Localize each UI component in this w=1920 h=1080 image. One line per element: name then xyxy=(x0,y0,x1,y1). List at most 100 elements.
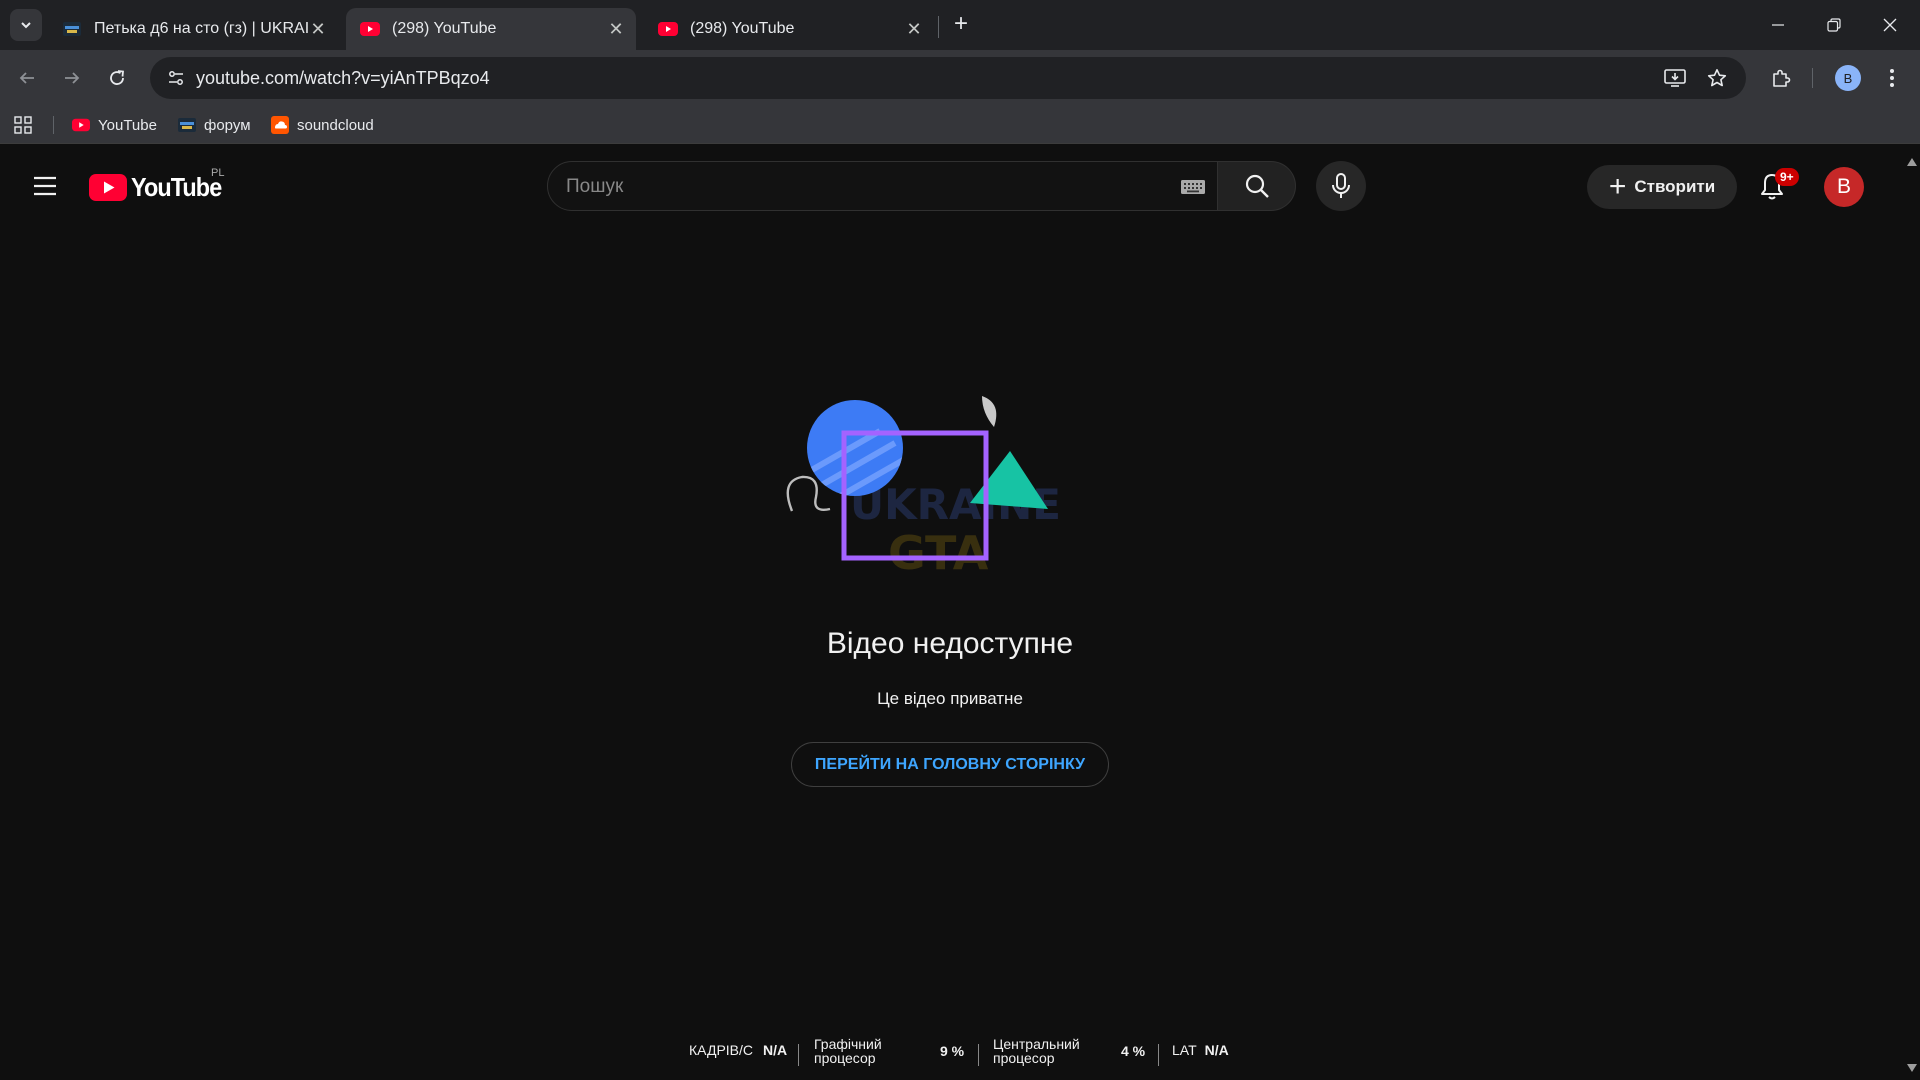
gpu-label: Графічний процесор xyxy=(814,1037,940,1065)
guide-menu-button[interactable] xyxy=(28,169,62,203)
close-icon[interactable]: ✕ xyxy=(606,19,626,39)
close-icon[interactable]: ✕ xyxy=(904,19,924,39)
error-subtitle: Це відео приватне xyxy=(877,689,1023,708)
create-button[interactable]: + Створити xyxy=(1587,165,1737,209)
kebab-menu-icon xyxy=(1890,69,1894,87)
minimize-button[interactable] xyxy=(1750,0,1806,50)
restore-icon xyxy=(1827,18,1841,32)
back-button[interactable] xyxy=(10,61,44,95)
url-text[interactable]: youtube.com/watch?v=yiAnTPBqzo4 xyxy=(196,68,490,89)
forward-button[interactable] xyxy=(55,61,89,95)
search-button[interactable] xyxy=(1218,161,1296,211)
tab-youtube[interactable]: (298) YouTube ✕ xyxy=(644,8,934,50)
plus-icon: + xyxy=(1608,170,1627,203)
browser-toolbar: youtube.com/watch?v=yiAnTPBqzo4 B xyxy=(0,50,1920,106)
microphone-icon xyxy=(1332,173,1350,198)
scroll-up-icon[interactable] xyxy=(1907,158,1917,166)
cpu-value: 4 % xyxy=(1121,1043,1146,1059)
arrow-right-icon xyxy=(65,72,80,84)
cpu-label: Центральний процесор xyxy=(993,1037,1121,1065)
close-window-button[interactable] xyxy=(1862,0,1918,50)
hamburger-icon xyxy=(34,176,56,196)
install-icon xyxy=(1664,69,1686,87)
bookmark-label: YouTube xyxy=(98,116,157,134)
tab-title: Петька д6 на сто (гз) | UKRAINE xyxy=(94,20,308,37)
star-icon xyxy=(1707,69,1727,87)
reload-button[interactable] xyxy=(100,61,134,95)
gpu-label-line2: процесор xyxy=(814,1050,876,1066)
minimize-icon xyxy=(1772,24,1784,26)
close-icon xyxy=(1883,18,1897,32)
toolbar-divider xyxy=(1812,68,1813,88)
latency-stat: LAT N/A xyxy=(1172,1035,1229,1065)
fps-label: КАДРІВ/С xyxy=(689,1042,754,1058)
cpu-label-line2: процесор xyxy=(993,1050,1055,1066)
forum-icon xyxy=(62,19,82,39)
youtube-icon xyxy=(360,19,380,39)
profile-avatar[interactable]: B xyxy=(1835,65,1861,91)
youtube-logo[interactable]: YouTube xyxy=(89,172,231,203)
browser-menu-button[interactable] xyxy=(1878,64,1906,92)
install-app-button[interactable] xyxy=(1663,66,1687,90)
bookmark-soundcloud[interactable]: soundcloud xyxy=(271,114,374,136)
lat-value: N/A xyxy=(1204,1042,1229,1058)
scroll-down-icon[interactable] xyxy=(1907,1064,1917,1072)
tab-separator xyxy=(938,16,939,38)
lat-label: LAT xyxy=(1172,1042,1197,1058)
reload-icon xyxy=(110,70,124,85)
tab-title: (298) YouTube xyxy=(392,20,497,37)
extensions-button[interactable] xyxy=(1767,64,1795,92)
bookmark-label: soundcloud xyxy=(297,116,374,134)
browser-tabstrip: Петька д6 на сто (гз) | UKRAINE ✕ (298) … xyxy=(0,0,1920,50)
svg-text:GTA: GTA xyxy=(888,526,989,580)
youtube-page: YouTube PL Пошук + Створити 9+ B UKRAINE… xyxy=(0,151,1920,1080)
bookmark-label: форум xyxy=(204,116,251,134)
search-icon xyxy=(1245,174,1269,198)
chevron-down-icon xyxy=(21,22,31,29)
stat-divider xyxy=(1158,1044,1159,1066)
youtube-icon xyxy=(89,174,127,201)
tab-title: (298) YouTube xyxy=(690,20,795,37)
apps-button[interactable] xyxy=(14,114,32,136)
bookmarks-bar: YouTube форум soundcloud xyxy=(0,106,1920,144)
bookmark-forum[interactable]: форум xyxy=(178,114,251,136)
tab-search-button[interactable] xyxy=(10,9,42,41)
account-avatar[interactable]: B xyxy=(1824,167,1864,207)
voice-search-button[interactable] xyxy=(1316,161,1366,211)
tab-youtube-active[interactable]: (298) YouTube ✕ xyxy=(346,8,636,50)
youtube-icon xyxy=(658,19,678,39)
bookmark-divider xyxy=(53,116,54,134)
fps-stat: КАДРІВ/С N/A xyxy=(689,1035,787,1065)
keyboard-icon[interactable] xyxy=(1181,180,1205,194)
go-home-button[interactable]: ПЕРЕЙТИ НА ГОЛОВНУ СТОРІНКУ xyxy=(791,742,1109,787)
bookmark-star-button[interactable] xyxy=(1705,66,1729,90)
video-unavailable-illustration: UKRAINE GTA xyxy=(786,396,1061,580)
new-tab-button[interactable]: + xyxy=(948,12,974,38)
create-label: Створити xyxy=(1634,177,1716,196)
site-info-button[interactable] xyxy=(160,62,192,94)
bookmark-youtube[interactable]: YouTube xyxy=(72,114,157,136)
tab-forum[interactable]: Петька д6 на сто (гз) | UKRAINE ✕ xyxy=(48,8,338,50)
region-code: PL xyxy=(211,167,225,179)
arrow-left-icon xyxy=(19,72,34,84)
restore-button[interactable] xyxy=(1806,0,1862,50)
soundcloud-icon xyxy=(271,116,289,134)
forum-icon xyxy=(178,116,196,134)
address-bar[interactable]: youtube.com/watch?v=yiAnTPBqzo4 xyxy=(150,57,1746,99)
youtube-icon xyxy=(72,116,90,134)
search-input[interactable]: Пошук xyxy=(566,176,623,198)
gpu-stat: Графічний процесор 9 % xyxy=(814,1036,964,1066)
fps-value: N/A xyxy=(763,1042,788,1058)
search-box[interactable]: Пошук xyxy=(547,161,1218,211)
stat-divider xyxy=(798,1044,799,1066)
error-title: Відео недоступне xyxy=(826,627,1074,660)
stat-divider xyxy=(978,1044,979,1066)
page-scrollbar[interactable] xyxy=(1904,151,1920,1080)
close-icon[interactable]: ✕ xyxy=(308,19,328,39)
logo-text: YouTube xyxy=(131,172,222,202)
apps-grid-icon xyxy=(14,116,32,134)
tune-icon xyxy=(169,71,183,85)
puzzle-icon xyxy=(1773,69,1791,87)
cpu-stat: Центральний процесор 4 % xyxy=(993,1036,1145,1066)
notification-badge: 9+ xyxy=(1775,168,1799,186)
